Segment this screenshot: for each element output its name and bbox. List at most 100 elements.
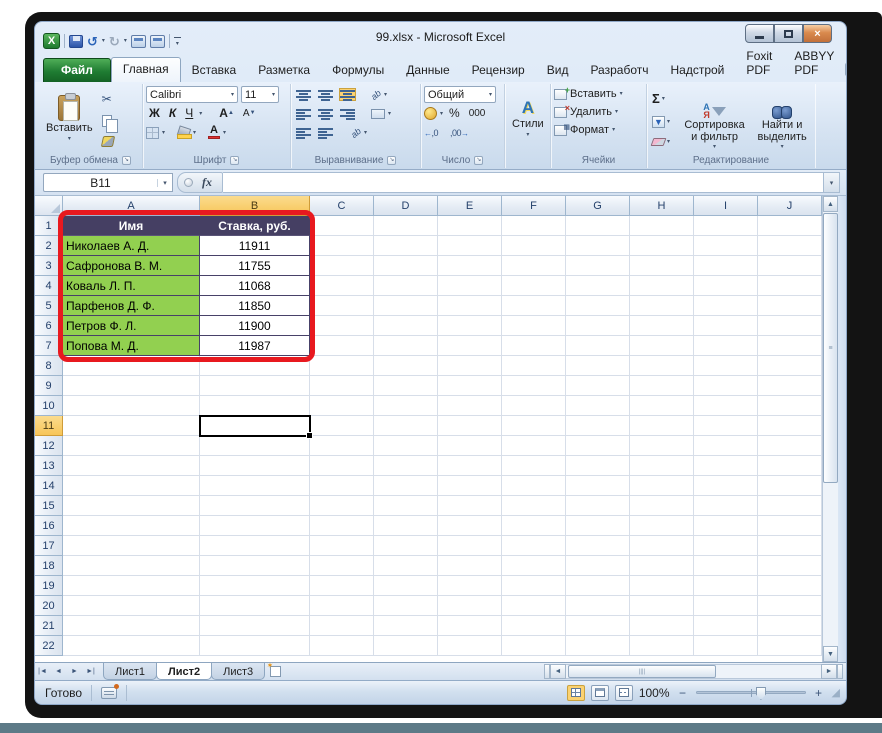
cell-E21[interactable] — [438, 616, 502, 636]
cell-J14[interactable] — [758, 476, 822, 496]
cell-H7[interactable] — [630, 336, 694, 356]
comma-format-button[interactable]: 000 — [466, 106, 489, 121]
increase-decimal-icon[interactable]: ←,0 — [424, 128, 438, 138]
column-header-F[interactable]: F — [502, 196, 566, 216]
cell-H14[interactable] — [630, 476, 694, 496]
cell-H8[interactable] — [630, 356, 694, 376]
column-header-G[interactable]: G — [566, 196, 630, 216]
cell-E16[interactable] — [438, 516, 502, 536]
formula-input[interactable] — [223, 172, 824, 193]
cell-J11[interactable] — [758, 416, 822, 436]
cell-C6[interactable] — [310, 316, 374, 336]
cell-F18[interactable] — [502, 556, 566, 576]
cell-H12[interactable] — [630, 436, 694, 456]
cell-A9[interactable] — [63, 376, 200, 396]
cell-E10[interactable] — [438, 396, 502, 416]
row-header-8[interactable]: 8 — [35, 356, 63, 376]
cell-D12[interactable] — [374, 436, 438, 456]
cell-J19[interactable] — [758, 576, 822, 596]
cell-G16[interactable] — [566, 516, 630, 536]
cell-G1[interactable] — [566, 216, 630, 236]
cell-C15[interactable] — [310, 496, 374, 516]
cell-A12[interactable] — [63, 436, 200, 456]
row-header-15[interactable]: 15 — [35, 496, 63, 516]
cell-E19[interactable] — [438, 576, 502, 596]
cell-D11[interactable] — [374, 416, 438, 436]
cell-F5[interactable] — [502, 296, 566, 316]
cell-G20[interactable] — [566, 596, 630, 616]
cell-J13[interactable] — [758, 456, 822, 476]
cell-C4[interactable] — [310, 276, 374, 296]
cell-F4[interactable] — [502, 276, 566, 296]
clear-button[interactable]: ▾ — [650, 138, 677, 146]
row-header-14[interactable]: 14 — [35, 476, 63, 496]
cell-F11[interactable] — [502, 416, 566, 436]
tab-Foxit PDF[interactable]: Foxit PDF — [735, 44, 783, 82]
cell-J5[interactable] — [758, 296, 822, 316]
cell-C7[interactable] — [310, 336, 374, 356]
cell-H2[interactable] — [630, 236, 694, 256]
cell-I7[interactable] — [694, 336, 758, 356]
cell-B14[interactable] — [200, 476, 310, 496]
cell-G4[interactable] — [566, 276, 630, 296]
cell-J20[interactable] — [758, 596, 822, 616]
cell-C1[interactable] — [310, 216, 374, 236]
cell-J8[interactable] — [758, 356, 822, 376]
page-break-view-button[interactable] — [614, 684, 633, 701]
cell-I3[interactable] — [694, 256, 758, 276]
name-box-dropdown-icon[interactable]: ▾ — [157, 178, 172, 187]
cell-I21[interactable] — [694, 616, 758, 636]
cell-G12[interactable] — [566, 436, 630, 456]
cell-B22[interactable] — [200, 636, 310, 656]
cell-C20[interactable] — [310, 596, 374, 616]
tab-Разработч[interactable]: Разработч — [579, 58, 659, 82]
cell-B15[interactable] — [200, 496, 310, 516]
cell-F20[interactable] — [502, 596, 566, 616]
orientation-icon[interactable]: ab — [369, 87, 383, 101]
scroll-up-icon[interactable]: ▲ — [823, 196, 838, 212]
page-layout-view-button[interactable] — [590, 684, 609, 701]
column-header-H[interactable]: H — [630, 196, 694, 216]
cell-J4[interactable] — [758, 276, 822, 296]
cell-J22[interactable] — [758, 636, 822, 656]
cell-E5[interactable] — [438, 296, 502, 316]
close-button[interactable]: × — [803, 24, 832, 43]
last-sheet-button[interactable]: ►| — [83, 663, 99, 680]
undo-dropdown-icon[interactable]: ▾ — [102, 37, 105, 45]
cell-H5[interactable] — [630, 296, 694, 316]
cell-E17[interactable] — [438, 536, 502, 556]
column-header-J[interactable]: J — [758, 196, 822, 216]
cell-D5[interactable] — [374, 296, 438, 316]
italic-button[interactable]: К — [166, 106, 179, 121]
tab-ABBYY PDF[interactable]: ABBYY PDF — [783, 44, 845, 82]
first-sheet-button[interactable]: |◄ — [35, 663, 51, 680]
undo-button[interactable]: ↺ — [87, 35, 98, 48]
cell-A17[interactable] — [63, 536, 200, 556]
cell-H16[interactable] — [630, 516, 694, 536]
row-header-19[interactable]: 19 — [35, 576, 63, 596]
cell-J21[interactable] — [758, 616, 822, 636]
cell-H11[interactable] — [630, 416, 694, 436]
cell-E14[interactable] — [438, 476, 502, 496]
cell-E2[interactable] — [438, 236, 502, 256]
cell-F22[interactable] — [502, 636, 566, 656]
cell-A18[interactable] — [63, 556, 200, 576]
cell-C22[interactable] — [310, 636, 374, 656]
borders-icon[interactable] — [146, 126, 159, 139]
cell-C9[interactable] — [310, 376, 374, 396]
merge-center-icon[interactable]: ab — [349, 125, 363, 139]
cell-D2[interactable] — [374, 236, 438, 256]
fill-button[interactable]: ▼ ▾ — [650, 116, 677, 128]
next-sheet-button[interactable]: ► — [67, 663, 83, 680]
cell-F19[interactable] — [502, 576, 566, 596]
cell-G5[interactable] — [566, 296, 630, 316]
cell-D6[interactable] — [374, 316, 438, 336]
cell-D22[interactable] — [374, 636, 438, 656]
cell-E22[interactable] — [438, 636, 502, 656]
column-header-E[interactable]: E — [438, 196, 502, 216]
scroll-right-icon[interactable]: ► — [821, 664, 837, 679]
row-header-11[interactable]: 11 — [35, 416, 63, 436]
cell-F16[interactable] — [502, 516, 566, 536]
sheet-tab-Лист2[interactable]: Лист2 — [156, 663, 213, 680]
cell-D17[interactable] — [374, 536, 438, 556]
